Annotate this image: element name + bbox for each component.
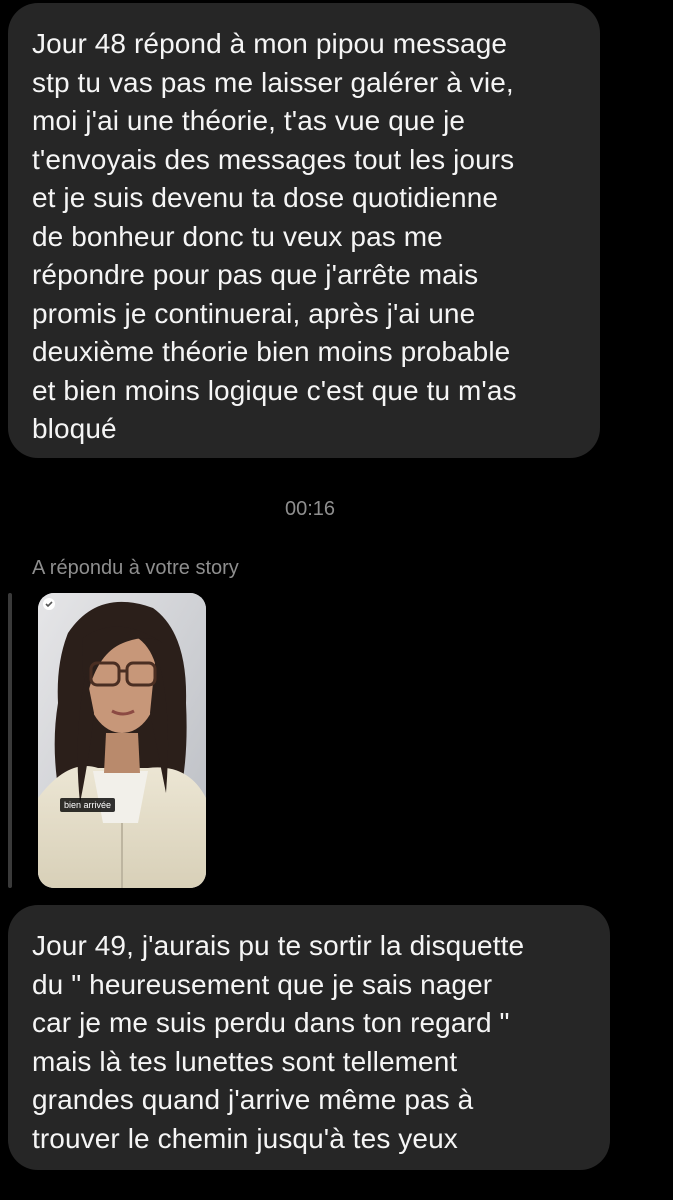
message-line: promis je continuerai, après j'ai une [32,297,476,329]
message-line: du " heureusement que je sais nager [32,968,493,1000]
message-line: Jour 49, j'aurais pu te sortir la disque… [32,930,525,961]
message-line: trouver le chemin jusqu'à tes yeux [32,1122,458,1154]
story-photo [38,593,206,888]
message-line: stp tu vas pas me laisser galérer à vie, [32,66,514,98]
message-line: car je me suis perdu dans ton regard " [32,1007,510,1038]
message-line: bloqué [32,413,117,444]
reply-indicator-bar [8,593,12,888]
message-bubble[interactable]: Jour 49, j'aurais pu te sortir la disque… [8,905,610,1170]
message-line: moi j'ai une théorie, t'as vue que je [32,105,466,136]
message-line: mais là tes lunettes sont tellement [32,1045,458,1077]
story-reply-label: A répondu à votre story [32,557,239,579]
story-caption: bien arrivée [60,798,116,812]
message-line: Jour 48 répond à mon pipou message [32,28,508,59]
story-thumbnail[interactable]: bien arrivée [38,593,206,888]
message-bubble[interactable]: Jour 48 répond à mon pipou message stp t… [8,3,600,458]
story-badge-icon [43,598,55,610]
message-line: et je suis devenu ta dose quotidienne [32,182,499,213]
message-line: t'envoyais des messages tout les jours [32,143,515,175]
message-line: répondre pour pas que j'arrête mais [32,259,479,290]
message-line: grandes quand j'arrive même pas à [32,1084,474,1115]
message-line: et bien moins logique c'est que tu m'as [32,374,517,406]
message-line: deuxième théorie bien moins probable [32,336,511,367]
message-line: de bonheur donc tu veux pas me [32,220,443,252]
message-timestamp: 00:16 [284,498,336,520]
